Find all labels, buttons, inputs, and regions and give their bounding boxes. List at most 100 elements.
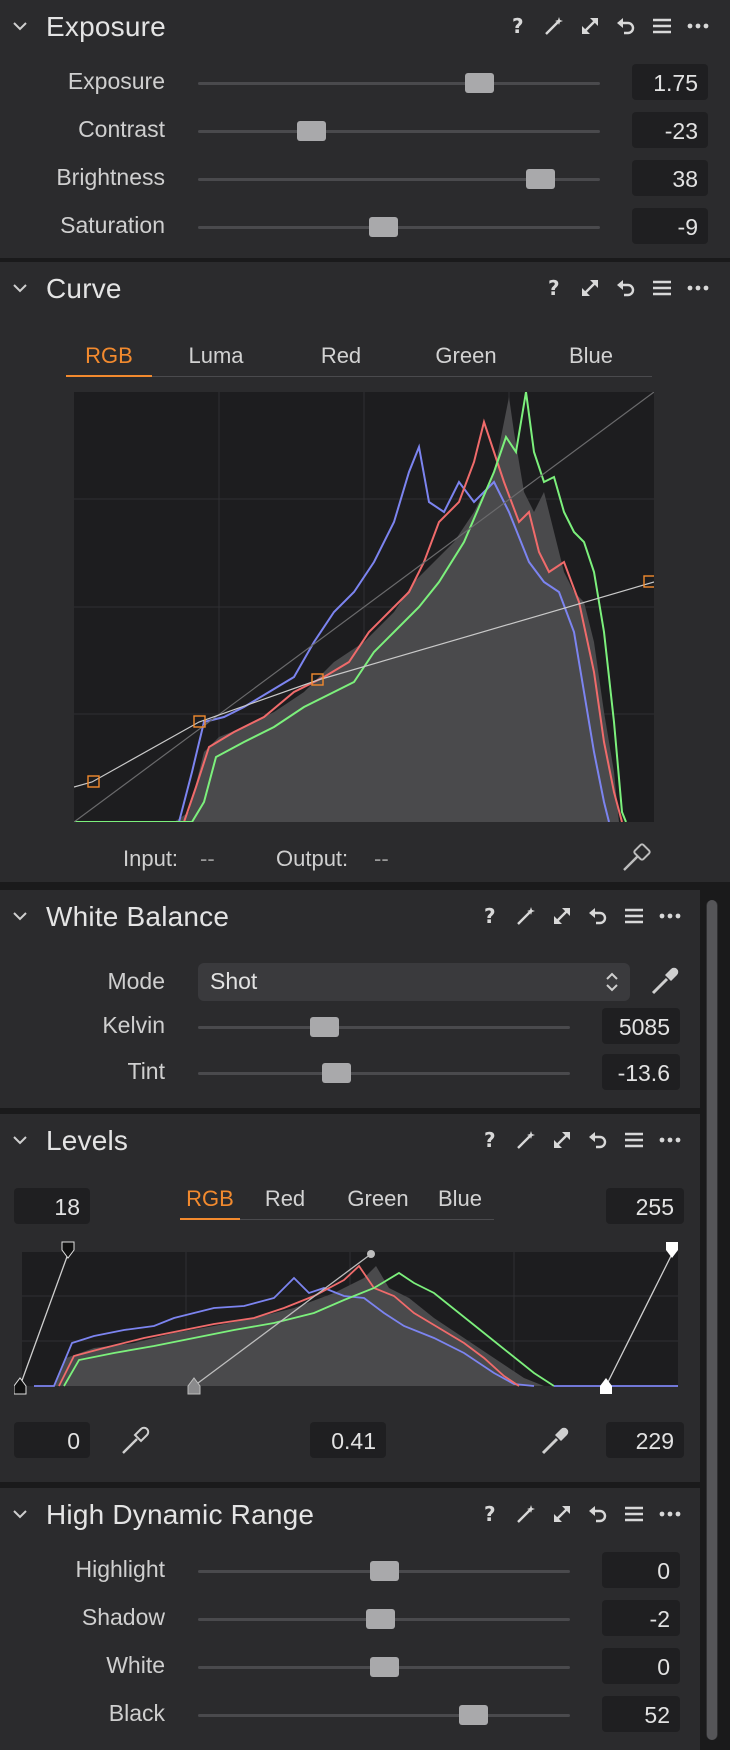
curve-header-icons: ?: [536, 274, 716, 302]
more-icon[interactable]: [652, 902, 688, 930]
eyedropper-icon[interactable]: [538, 1424, 572, 1458]
menu-icon[interactable]: [616, 1126, 652, 1154]
chevron-down-icon[interactable]: [12, 1506, 28, 1522]
menu-icon[interactable]: [616, 1500, 652, 1528]
brightness-value-field[interactable]: 38: [632, 160, 708, 196]
input-value: --: [200, 846, 215, 871]
menu-icon[interactable]: [644, 12, 680, 40]
highlight-slider-handle[interactable]: [370, 1561, 399, 1581]
tab-blue[interactable]: Blue: [530, 339, 652, 377]
tab-red[interactable]: Red: [280, 339, 402, 377]
reset-icon[interactable]: [608, 274, 644, 302]
levels-graph[interactable]: [14, 1238, 686, 1398]
black-slider-track[interactable]: [198, 1714, 570, 1717]
exposure-header[interactable]: Exposure ?: [0, 0, 730, 52]
contrast-slider-handle[interactable]: [296, 121, 326, 141]
eyedropper-icon[interactable]: [118, 1424, 152, 1458]
saturation-value-field[interactable]: -9: [632, 208, 708, 244]
reset-icon[interactable]: [580, 902, 616, 930]
curve-picker-icon[interactable]: [620, 842, 652, 874]
reset-icon[interactable]: [580, 1500, 616, 1528]
input-low-field[interactable]: 18: [14, 1188, 90, 1224]
highlight-value-field[interactable]: 0: [602, 1552, 680, 1588]
reset-icon[interactable]: [580, 1126, 616, 1154]
help-icon[interactable]: ?: [472, 1500, 508, 1528]
tab-green[interactable]: Green: [330, 1182, 426, 1220]
curve-graph[interactable]: [74, 392, 654, 822]
tint-value-field[interactable]: -13.6: [602, 1054, 680, 1090]
brightness-label: Brightness: [56, 164, 165, 190]
tint-label: Tint: [127, 1058, 166, 1084]
white-slider-handle[interactable]: [370, 1657, 399, 1677]
output-low-field[interactable]: 0: [14, 1422, 90, 1458]
chevron-down-icon[interactable]: [12, 908, 28, 924]
tab-rgb[interactable]: RGB: [180, 1182, 240, 1220]
exposure-slider-handle[interactable]: [465, 73, 495, 93]
tab-blue[interactable]: Blue: [426, 1182, 494, 1220]
chevron-down-icon[interactable]: [12, 18, 28, 34]
hdr-header[interactable]: High Dynamic Range ?: [0, 1488, 700, 1540]
help-icon[interactable]: ?: [500, 12, 536, 40]
menu-icon[interactable]: [616, 902, 652, 930]
white-value-field[interactable]: 0: [602, 1648, 680, 1684]
tab-red[interactable]: Red: [240, 1182, 330, 1220]
magic-wand-icon[interactable]: [508, 1126, 544, 1154]
svg-text:?: ?: [484, 904, 496, 928]
mode-label: Mode: [107, 968, 165, 994]
chevron-down-icon[interactable]: [12, 280, 28, 296]
midpoint-field[interactable]: 0.41: [310, 1422, 386, 1458]
input-label: Input:: [123, 846, 179, 871]
hdr-header-icons: ?: [472, 1500, 688, 1528]
contrast-slider-track[interactable]: [198, 130, 600, 133]
kelvin-value-field[interactable]: 5085: [602, 1008, 680, 1044]
exposure-value-field[interactable]: 1.75: [632, 64, 708, 100]
more-icon[interactable]: [680, 274, 716, 302]
white-balance-header[interactable]: White Balance ?: [0, 890, 700, 942]
reset-icon[interactable]: [608, 12, 644, 40]
tab-green[interactable]: Green: [402, 339, 530, 377]
magic-wand-icon[interactable]: [508, 902, 544, 930]
tab-luma[interactable]: Luma: [152, 339, 280, 377]
exposure-title: Exposure: [46, 11, 166, 42]
kelvin-slider-handle[interactable]: [310, 1017, 340, 1037]
chevron-updown-icon: [606, 972, 618, 992]
scrollbar-thumb[interactable]: [707, 900, 717, 1740]
svg-text:?: ?: [512, 14, 524, 38]
magic-wand-icon[interactable]: [508, 1500, 544, 1528]
saturation-slider-track[interactable]: [198, 226, 600, 229]
help-icon[interactable]: ?: [536, 274, 572, 302]
copy-apply-icon[interactable]: [572, 12, 608, 40]
menu-icon[interactable]: [644, 274, 680, 302]
brightness-slider-handle[interactable]: [525, 169, 555, 189]
copy-apply-icon[interactable]: [544, 902, 580, 930]
more-icon[interactable]: [680, 12, 716, 40]
tint-slider-handle[interactable]: [321, 1063, 351, 1083]
curve-header[interactable]: Curve ?: [0, 262, 730, 314]
magic-wand-icon[interactable]: [536, 12, 572, 40]
curve-panel: Curve ? RGB Luma Red Green Blue Input: -…: [0, 262, 730, 882]
chevron-down-icon[interactable]: [12, 1132, 28, 1148]
eyedropper-icon[interactable]: [648, 964, 682, 998]
black-slider-handle[interactable]: [459, 1705, 489, 1725]
contrast-value-field[interactable]: -23: [632, 112, 708, 148]
saturation-slider-handle[interactable]: [368, 217, 398, 237]
tint-slider-track[interactable]: [198, 1072, 570, 1075]
mode-select[interactable]: Shot: [198, 963, 630, 1001]
tab-rgb[interactable]: RGB: [66, 339, 152, 377]
input-high-field[interactable]: 255: [606, 1188, 684, 1224]
levels-header[interactable]: Levels ?: [0, 1114, 700, 1166]
white-label: White: [106, 1652, 165, 1678]
exposure-slider-track[interactable]: [198, 82, 600, 85]
output-high-field[interactable]: 229: [606, 1422, 684, 1458]
help-icon[interactable]: ?: [472, 1126, 508, 1154]
kelvin-slider-track[interactable]: [198, 1026, 570, 1029]
shadow-value-field[interactable]: -2: [602, 1600, 680, 1636]
copy-apply-icon[interactable]: [544, 1126, 580, 1154]
black-value-field[interactable]: 52: [602, 1696, 680, 1732]
shadow-slider-handle[interactable]: [366, 1609, 396, 1629]
more-icon[interactable]: [652, 1126, 688, 1154]
help-icon[interactable]: ?: [472, 902, 508, 930]
copy-apply-icon[interactable]: [572, 274, 608, 302]
more-icon[interactable]: [652, 1500, 688, 1528]
copy-apply-icon[interactable]: [544, 1500, 580, 1528]
